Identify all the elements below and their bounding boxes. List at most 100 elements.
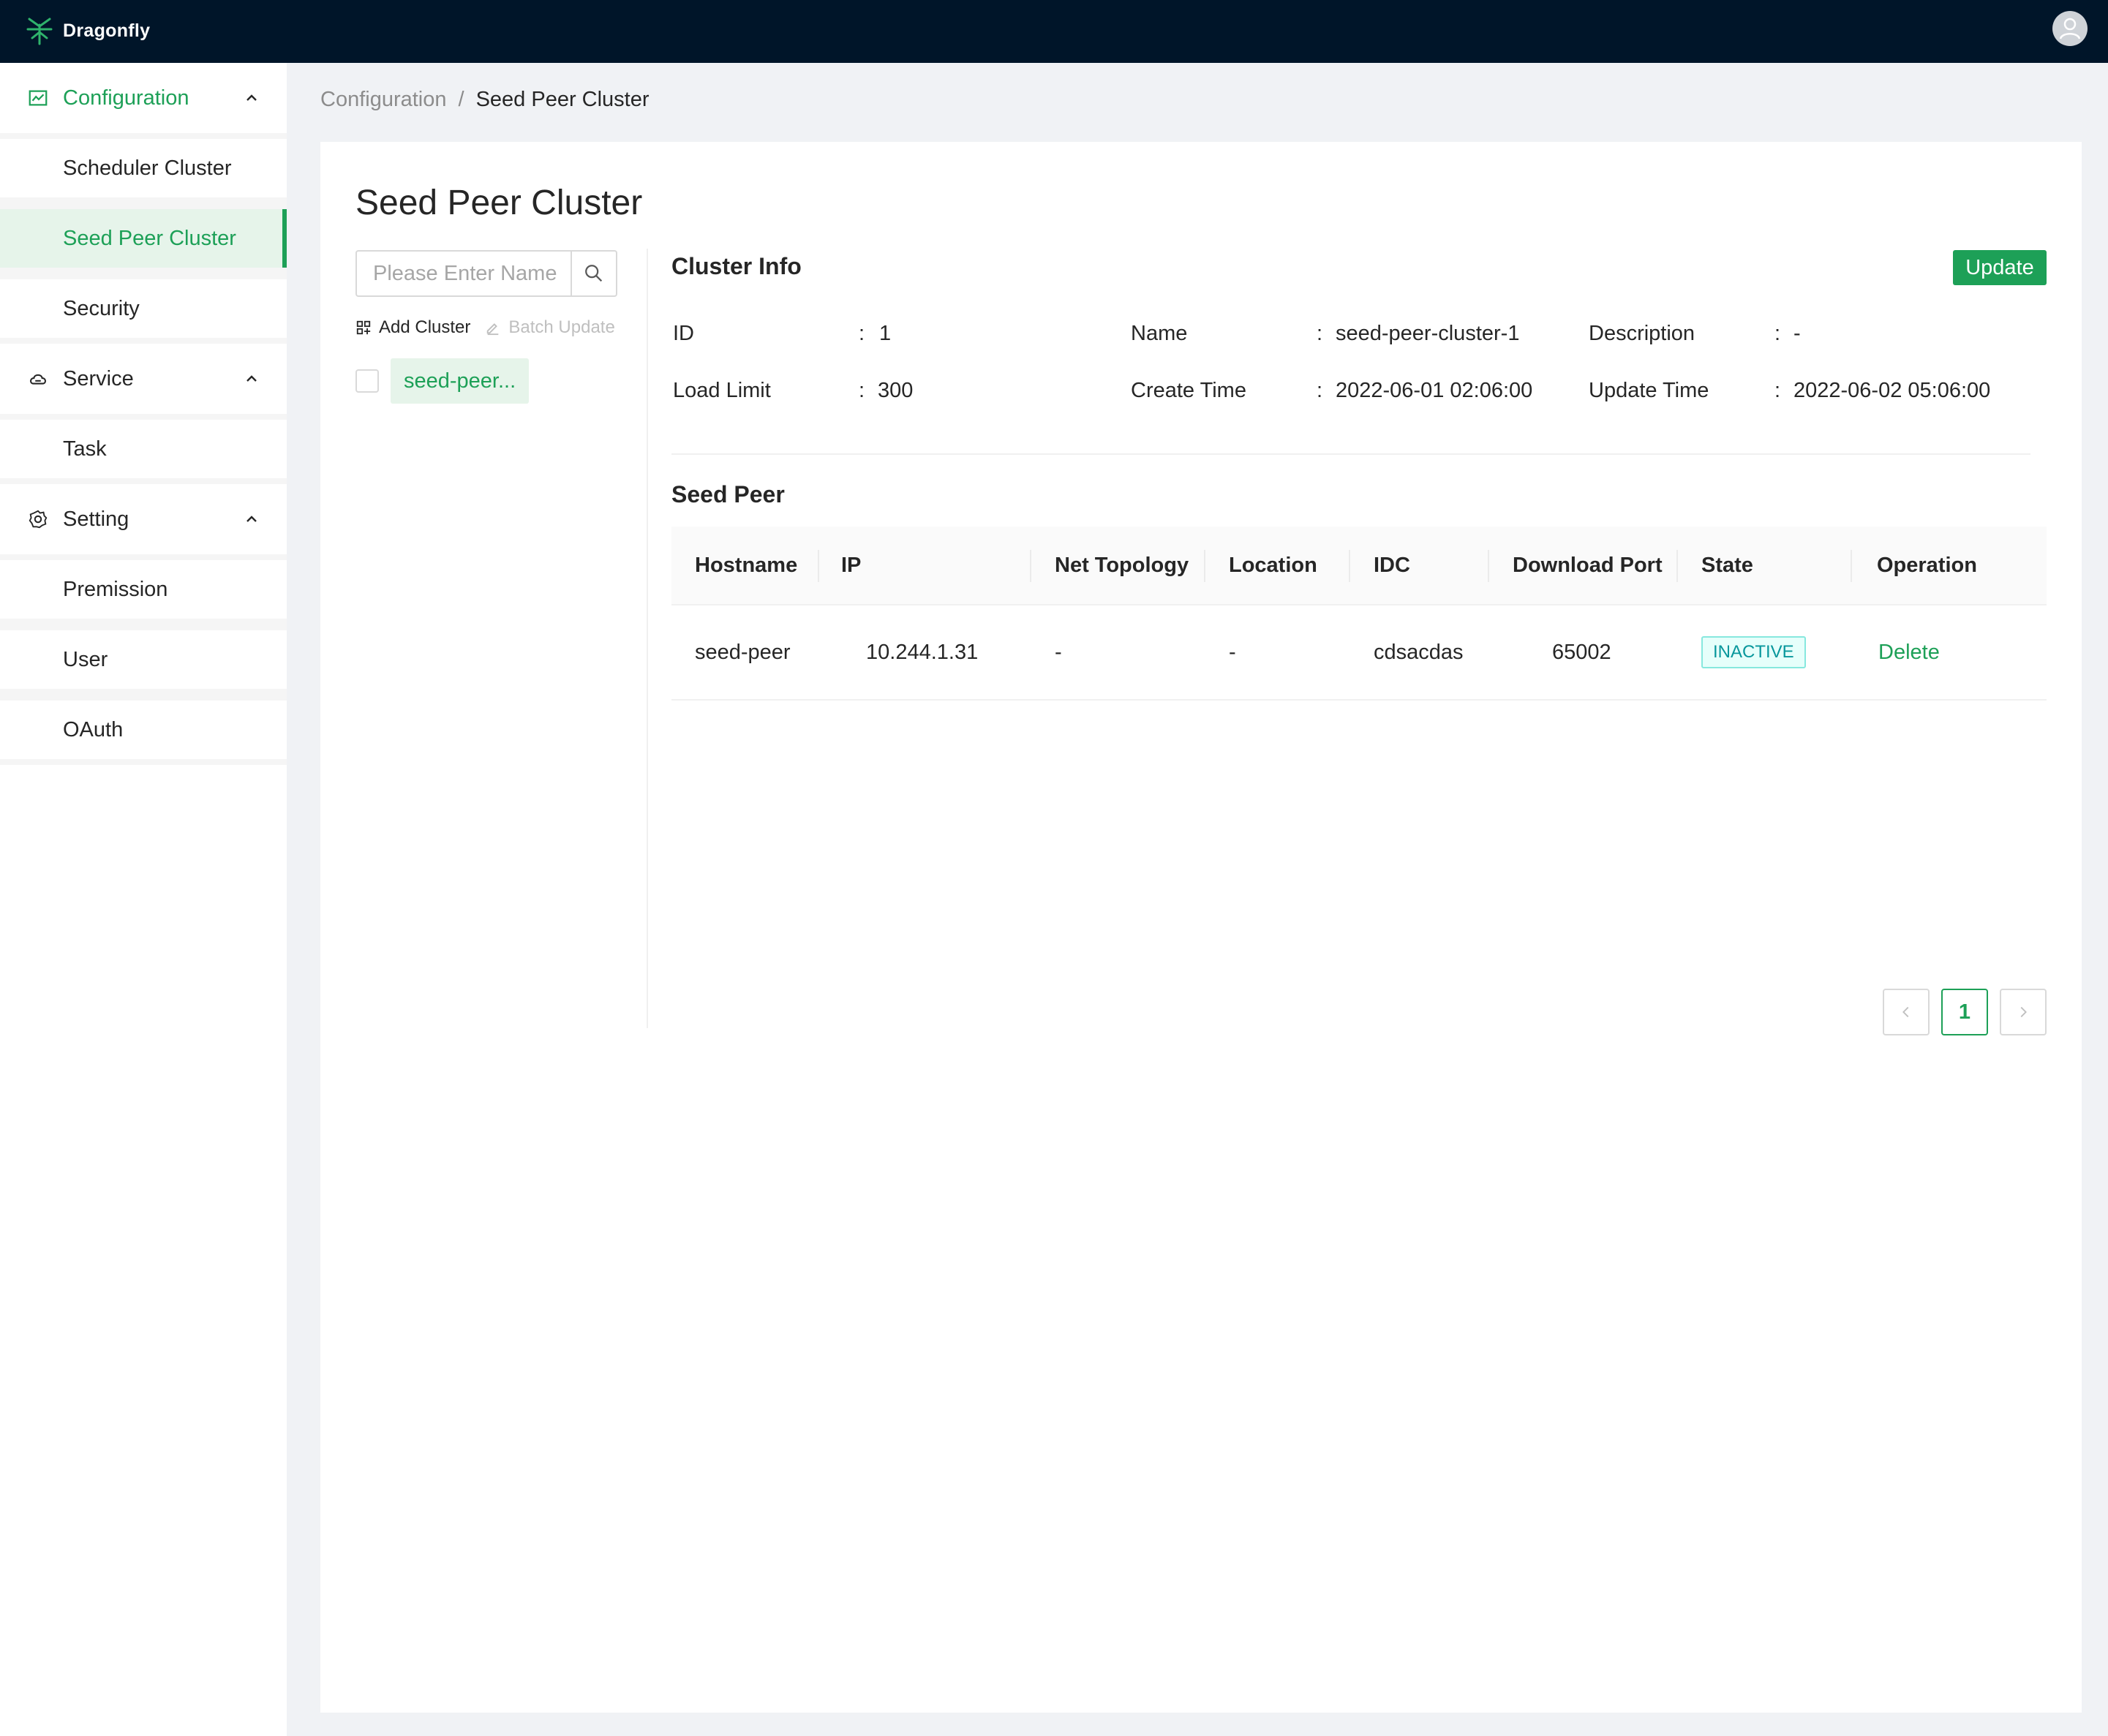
location-cell: - xyxy=(1229,640,1236,664)
batch-update-label: Batch Update xyxy=(508,317,615,337)
edit-icon xyxy=(487,323,499,336)
cluster-list-item: seed-peer... xyxy=(355,358,530,404)
add-cluster-button[interactable]: Add Cluster xyxy=(355,317,470,338)
breadcrumb-link-configuration[interactable]: Configuration xyxy=(320,88,447,112)
sidebar: Configuration Scheduler Cluster Seed Pee… xyxy=(0,63,287,1736)
column-header: Location xyxy=(1229,553,1317,577)
pagination-prev[interactable] xyxy=(1883,989,1930,1035)
sidebar-item-seed-peer-cluster[interactable]: Seed Peer Cluster xyxy=(0,209,287,268)
breadcrumb: Configuration / Seed Peer Cluster xyxy=(320,88,650,112)
menu-group-service[interactable]: Service xyxy=(0,344,287,414)
column-separator xyxy=(1851,550,1852,582)
breadcrumb-current: Seed Peer Cluster xyxy=(475,88,650,111)
sidebar-item-task[interactable]: Task xyxy=(0,420,287,478)
sidebar-item-label: Scheduler Cluster xyxy=(63,156,232,180)
table-header: Hostname IP Net Topology Location IDC Do… xyxy=(671,527,2047,605)
column-separator xyxy=(818,550,819,582)
chevron-right-icon xyxy=(2020,1006,2027,1018)
name-label: Name xyxy=(1131,322,1188,345)
delete-link[interactable]: Delete xyxy=(1878,641,1940,665)
sidebar-item-label: Premission xyxy=(63,577,168,601)
state-badge: INACTIVE xyxy=(1701,636,1806,668)
description-colon: : xyxy=(1774,322,1781,345)
id-colon: : xyxy=(859,322,865,345)
hostname-cell: seed-peer xyxy=(695,640,791,664)
create-time-label: Create Time xyxy=(1131,379,1246,402)
sidebar-item-label: Task xyxy=(63,437,107,461)
ip-cell: 10.244.1.31 xyxy=(866,640,979,664)
chevron-up-icon xyxy=(246,94,257,101)
column-header: Download Port xyxy=(1513,553,1663,577)
sidebar-item-security[interactable]: Security xyxy=(0,279,287,338)
content-panel: Seed Peer Cluster Add Cluster Batch Upda… xyxy=(320,142,2082,1713)
state-cell: INACTIVE xyxy=(1701,605,1806,699)
dragonfly-logo-icon xyxy=(26,18,53,45)
column-separator xyxy=(1204,550,1205,582)
pagination-next[interactable] xyxy=(2000,989,2047,1035)
cluster-search-input[interactable] xyxy=(357,252,571,295)
column-separator xyxy=(1030,550,1031,582)
gear-icon xyxy=(26,507,50,531)
load-limit-label: Load Limit xyxy=(673,379,771,402)
seed-peer-title: Seed Peer xyxy=(671,481,785,507)
cloud-icon xyxy=(26,367,50,390)
user-avatar[interactable] xyxy=(2052,11,2088,46)
menu-group-label: Service xyxy=(63,366,134,390)
download-port-cell: 65002 xyxy=(1552,640,1611,664)
description-label: Description xyxy=(1589,322,1695,345)
search-button[interactable] xyxy=(571,252,616,295)
batch-update-button[interactable]: Batch Update xyxy=(485,317,615,338)
menu-group-configuration[interactable]: Configuration xyxy=(0,63,287,133)
sidebar-item-label: User xyxy=(63,647,108,671)
add-cluster-label: Add Cluster xyxy=(379,317,471,337)
chevron-up-icon xyxy=(246,375,257,382)
app-logo[interactable]: Dragonfly xyxy=(23,12,150,50)
pagination-page[interactable]: 1 xyxy=(1941,989,1988,1035)
sidebar-item-premission[interactable]: Premission xyxy=(0,560,287,619)
cluster-checkbox[interactable] xyxy=(355,369,379,393)
update-button[interactable]: Update xyxy=(1953,250,2047,285)
update-time-value: 2022-06-02 05:06:00 xyxy=(1793,379,1991,402)
column-header: State xyxy=(1701,553,1753,577)
chevron-left-icon xyxy=(1902,1006,1909,1018)
sidebar-item-scheduler-cluster[interactable]: Scheduler Cluster xyxy=(0,139,287,197)
table-row: seed-peer 10.244.1.31 - - cdsacdas 65002… xyxy=(671,605,2047,701)
cluster-search xyxy=(355,250,617,297)
sidebar-item-oauth[interactable]: OAuth xyxy=(0,701,287,759)
search-icon xyxy=(585,265,603,282)
column-header: IDC xyxy=(1374,553,1410,577)
cluster-info-title: Cluster Info xyxy=(671,253,802,279)
column-separator xyxy=(1676,550,1678,582)
name-colon: : xyxy=(1317,322,1323,345)
id-label: ID xyxy=(673,322,694,345)
idc-cell: cdsacdas xyxy=(1374,640,1464,664)
breadcrumb-separator: / xyxy=(458,88,464,111)
cluster-name-tag[interactable]: seed-peer... xyxy=(391,358,530,404)
create-time-colon: : xyxy=(1317,379,1323,402)
page-title: Seed Peer Cluster xyxy=(355,184,643,222)
name-value: seed-peer-cluster-1 xyxy=(1336,322,1520,345)
section-divider xyxy=(671,453,2030,455)
cluster-actions: Add Cluster Batch Update xyxy=(355,317,615,338)
column-header: Hostname xyxy=(695,553,798,577)
load-limit-colon: : xyxy=(859,379,865,402)
column-separator xyxy=(1488,550,1489,582)
column-divider xyxy=(647,249,648,1028)
sidebar-item-label: Seed Peer Cluster xyxy=(63,226,236,250)
column-header: Operation xyxy=(1877,553,1977,577)
user-icon xyxy=(2059,18,2081,39)
chevron-up-icon xyxy=(246,516,257,522)
menu-group-setting[interactable]: Setting xyxy=(0,484,287,554)
update-time-colon: : xyxy=(1774,379,1781,402)
update-time-label: Update Time xyxy=(1589,379,1709,402)
column-header: Net Topology xyxy=(1055,553,1189,577)
column-separator xyxy=(1349,550,1350,582)
id-value: 1 xyxy=(879,322,892,345)
sidebar-item-label: Security xyxy=(63,296,140,320)
add-cluster-icon xyxy=(356,320,371,335)
operation-cell: Delete xyxy=(1878,605,1940,699)
load-limit-value: 300 xyxy=(878,379,914,402)
app-name: Dragonfly xyxy=(63,20,151,41)
sidebar-item-user[interactable]: User xyxy=(0,630,287,689)
create-time-value: 2022-06-01 02:06:00 xyxy=(1336,379,1533,402)
